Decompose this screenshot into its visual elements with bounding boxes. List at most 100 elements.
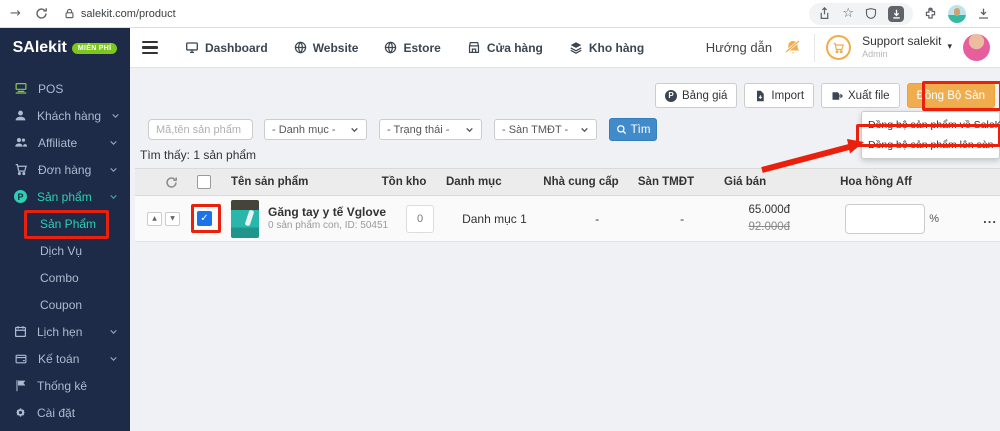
- sidebar-item-affiliate[interactable]: Affiliate: [0, 129, 130, 156]
- aff-commission-input[interactable]: [845, 204, 925, 234]
- chevron-down-icon: [580, 125, 589, 134]
- gear-icon: [14, 406, 27, 419]
- select-all-checkbox[interactable]: [195, 175, 231, 189]
- marketplace-select[interactable]: - Sàn TMĐT -: [494, 119, 597, 140]
- chevron-down-icon: ▾: [947, 42, 952, 52]
- cart-circle-icon[interactable]: [826, 35, 851, 60]
- sidebar-subitem-coupon[interactable]: Coupon: [0, 291, 130, 318]
- sidebar-item-customers[interactable]: Khách hàng: [0, 102, 130, 129]
- user-avatar[interactable]: [963, 34, 990, 61]
- chevron-down-icon: [350, 125, 359, 134]
- chevron-down-icon: [109, 165, 118, 174]
- nav-item-website[interactable]: Website: [281, 28, 372, 68]
- export-file-button[interactable]: Xuất file: [821, 83, 900, 108]
- bookmark-star-icon[interactable]: ☆: [842, 6, 854, 21]
- browser-profile-avatar[interactable]: [948, 5, 966, 23]
- shop-icon: [467, 41, 481, 54]
- nav-item-store[interactable]: Cửa hàng: [454, 28, 556, 68]
- sidebar-item-orders[interactable]: Đơn hàng: [0, 156, 130, 183]
- free-badge: MIỄN PHÍ: [72, 43, 118, 54]
- sidebar-subitem-services[interactable]: Dịch Vụ: [0, 237, 130, 264]
- downloads-tray-icon[interactable]: [977, 7, 990, 20]
- table-row: ▲ ▼ ✓ Găng tay y tế Vglove 0 sản phẩm co…: [135, 196, 1000, 242]
- sidebar: POS Khách hàng Affiliate Đơn hàng P Sản …: [0, 68, 130, 431]
- stock-cell: 0: [388, 205, 452, 233]
- refresh-icon[interactable]: [147, 176, 195, 189]
- chevron-down-icon: [109, 138, 118, 147]
- product-image[interactable]: [231, 200, 259, 238]
- forward-icon[interactable]: →: [10, 6, 21, 21]
- status-select[interactable]: - Trạng thái -: [379, 119, 482, 140]
- import-button[interactable]: Import: [744, 83, 814, 108]
- product-cell: Găng tay y tế Vglove 0 sản phẩm con, ID:…: [231, 200, 388, 238]
- menu-item-sync-to-salekit[interactable]: Đồng bộ sản phẩm về SaleKit: [862, 115, 999, 135]
- sidebar-item-statistics[interactable]: Thống kê: [0, 372, 130, 399]
- shield-icon[interactable]: [865, 7, 877, 20]
- sidebar-subitem-combo[interactable]: Combo: [0, 264, 130, 291]
- user-menu[interactable]: Support salekit Admin ▾: [862, 35, 952, 59]
- search-icon: [616, 124, 627, 135]
- header-right: Hướng dẫn Support salekit Admin ▾: [706, 28, 1000, 67]
- chevron-down-icon: [109, 327, 118, 336]
- person-icon: [14, 109, 27, 122]
- header-price: Giá bán: [706, 176, 796, 188]
- lock-icon: [64, 8, 75, 19]
- chevron-down-icon: [109, 354, 118, 363]
- category-cell: Danh mục 1: [452, 212, 552, 226]
- search-input[interactable]: [148, 119, 253, 140]
- row-more-button[interactable]: ...: [972, 211, 1000, 226]
- row-checkbox[interactable]: ✓: [195, 211, 231, 226]
- sidebar-item-pos[interactable]: POS: [0, 75, 130, 102]
- hamburger-menu-icon[interactable]: [142, 41, 158, 55]
- supplier-cell: -: [552, 212, 642, 226]
- help-link[interactable]: Hướng dẫn: [706, 40, 772, 55]
- browser-toolbar: → salekit.com/product ☆: [0, 0, 1000, 28]
- price-tag-icon: P: [665, 90, 677, 102]
- category-select[interactable]: - Danh mục -: [264, 119, 367, 140]
- chevron-down-icon: [465, 125, 474, 134]
- header-stock: Tồn kho: [372, 176, 436, 188]
- move-up-button[interactable]: ▲: [147, 212, 162, 226]
- nav-item-estore[interactable]: Estore: [371, 28, 453, 68]
- product-name[interactable]: Găng tay y tế Vglove: [268, 205, 388, 220]
- product-meta: 0 sản phẩm con, ID: 50451: [268, 220, 388, 233]
- address-bar[interactable]: salekit.com/product: [64, 8, 176, 20]
- marketplace-cell: -: [642, 212, 722, 226]
- monitor-icon: [185, 41, 199, 54]
- nav-item-warehouse[interactable]: Kho hàng: [556, 28, 657, 68]
- brand-logo[interactable]: SAlekit MIỄN PHÍ: [0, 28, 130, 68]
- sidebar-item-products[interactable]: P Sản phẩm: [0, 183, 130, 210]
- share-icon[interactable]: [818, 7, 831, 20]
- people-icon: [14, 136, 28, 149]
- price-list-button[interactable]: P Bảng giá: [655, 83, 737, 108]
- move-down-button[interactable]: ▼: [165, 212, 180, 226]
- pos-icon: [14, 82, 28, 95]
- user-name: Support salekit: [862, 35, 941, 49]
- download-active-icon[interactable]: [888, 6, 904, 22]
- top-nav: Dashboard Website Estore Cửa hàng Kho hà…: [130, 28, 706, 67]
- sidebar-subitem-products[interactable]: Sản Phẩm: [0, 210, 130, 237]
- nav-item-dashboard[interactable]: Dashboard: [172, 28, 281, 68]
- app-header: SAlekit MIỄN PHÍ Dashboard Website Estor…: [0, 28, 1000, 68]
- url-text: salekit.com/product: [81, 8, 176, 20]
- sidebar-item-appointments[interactable]: Lịch hẹn: [0, 318, 130, 345]
- search-button[interactable]: Tìm: [609, 118, 657, 141]
- sidebar-item-accounting[interactable]: Kế toán: [0, 345, 130, 372]
- stock-value[interactable]: 0: [406, 205, 434, 233]
- sidebar-item-settings[interactable]: Cài đặt: [0, 399, 130, 426]
- bell-muted-icon[interactable]: [783, 39, 803, 57]
- sync-dropdown-menu: Đồng bộ sản phẩm về SaleKit Đồng bộ sản …: [861, 111, 1000, 159]
- checked-checkbox-icon: ✓: [197, 211, 212, 226]
- sync-marketplace-button[interactable]: Đồng Bộ Sàn: [907, 83, 995, 108]
- percent-sign: %: [929, 213, 939, 225]
- calendar-icon: [14, 325, 27, 338]
- original-price: 92.000đ: [749, 219, 791, 235]
- reorder-controls: ▲ ▼: [147, 212, 195, 226]
- header-aff-commission: Hoa hồng Aff: [796, 176, 956, 188]
- reload-icon[interactable]: [35, 7, 48, 20]
- extensions-puzzle-icon[interactable]: [924, 7, 937, 20]
- products-table: Tên sản phẩm Tồn kho Danh mục Nhà cung c…: [135, 168, 1000, 242]
- menu-item-sync-to-marketplace[interactable]: Đồng bộ sản phẩm lên sàn: [862, 135, 999, 155]
- header-name: Tên sản phẩm: [231, 176, 372, 188]
- product-icon: P: [14, 190, 27, 203]
